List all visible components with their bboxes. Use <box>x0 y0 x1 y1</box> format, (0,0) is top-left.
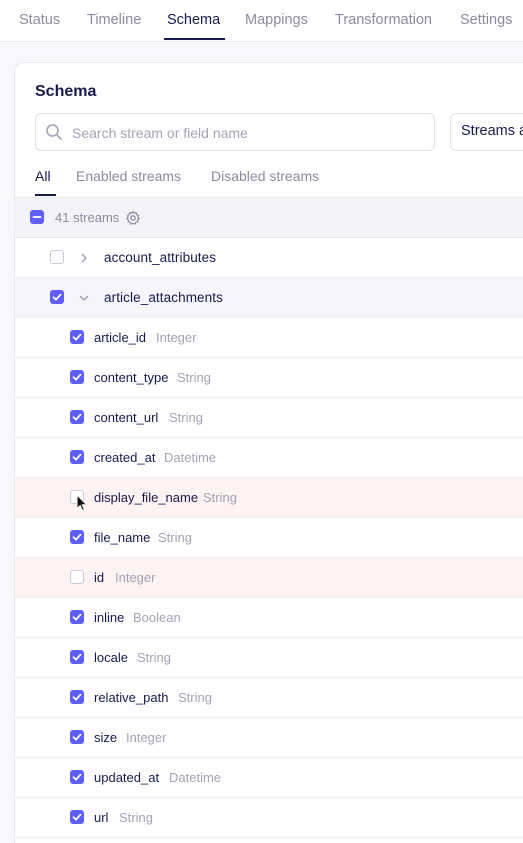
field-checkbox[interactable] <box>70 610 84 624</box>
select-all-checkbox[interactable] <box>30 210 44 224</box>
stream-checkbox[interactable] <box>50 290 64 304</box>
active-subtab-indicator <box>35 194 56 196</box>
field-checkbox[interactable] <box>70 730 84 744</box>
field-name: updated_at <box>94 770 160 785</box>
stream-checkbox[interactable] <box>50 250 64 264</box>
tab-mappings[interactable]: Mappings <box>245 12 308 28</box>
field-type: Datetime <box>164 450 217 465</box>
field-type: String <box>158 530 192 545</box>
field-row[interactable]: size Integer <box>15 718 523 758</box>
tab-schema[interactable]: Schema <box>167 12 220 28</box>
field-row[interactable]: content_url String <box>15 398 523 438</box>
field-type: Datetime <box>169 770 222 785</box>
chevron-down-icon[interactable] <box>78 292 90 304</box>
field-type: String <box>178 690 212 705</box>
field-row[interactable]: id Integer <box>15 558 523 598</box>
field-checkbox[interactable] <box>70 370 84 384</box>
stream-name: account_attributes <box>104 250 217 265</box>
field-name: content_url <box>94 410 159 425</box>
schema-title: Schema <box>35 83 97 100</box>
stream-filter-tabs: All Enabled streams Disabled streams <box>15 160 523 198</box>
field-checkbox[interactable] <box>70 650 84 664</box>
subtab-all[interactable]: All <box>35 168 51 184</box>
stream-row-account-attributes[interactable]: account_attributes <box>15 238 523 278</box>
field-type: String <box>177 370 211 385</box>
field-checkbox[interactable] <box>70 490 84 504</box>
tab-settings[interactable]: Settings <box>460 12 512 28</box>
schema-card: Schema Streams a All Enabled streams Dis… <box>14 62 523 843</box>
field-row[interactable]: updated_at Datetime <box>15 758 523 798</box>
field-checkbox[interactable] <box>70 770 84 784</box>
subtab-enabled-streams[interactable]: Enabled streams <box>76 168 181 184</box>
field-row[interactable]: url String <box>15 798 523 838</box>
field-name: created_at <box>94 450 156 465</box>
field-name: display_file_name <box>94 490 199 505</box>
field-name: size <box>94 730 118 745</box>
field-name: content_type <box>94 370 169 385</box>
field-row[interactable]: file_name String <box>15 518 523 558</box>
field-checkbox[interactable] <box>70 330 84 344</box>
tab-transformation[interactable]: Transformation <box>335 12 432 28</box>
field-type: Integer <box>115 570 156 585</box>
field-checkbox[interactable] <box>70 810 84 824</box>
tab-timeline[interactable]: Timeline <box>87 12 141 28</box>
search-input[interactable] <box>72 123 427 143</box>
field-row[interactable]: content_type String <box>15 358 523 398</box>
field-row[interactable]: inline Boolean <box>15 598 523 638</box>
field-name: id <box>94 570 105 585</box>
field-type: Integer <box>156 330 197 345</box>
field-row[interactable]: relative_path String <box>15 678 523 718</box>
field-checkbox[interactable] <box>70 410 84 424</box>
tab-status[interactable]: Status <box>19 12 60 28</box>
field-row[interactable]: display_file_name String <box>15 478 523 518</box>
field-type: String <box>203 490 237 505</box>
gear-icon[interactable] <box>125 210 141 226</box>
streams-filter-select[interactable]: Streams a <box>450 113 523 151</box>
field-name: inline <box>94 610 125 625</box>
field-type: Boolean <box>133 610 181 625</box>
active-tab-indicator <box>164 38 225 40</box>
field-row[interactable]: article_id Integer <box>15 318 523 358</box>
field-row[interactable]: locale String <box>15 638 523 678</box>
field-checkbox[interactable] <box>70 690 84 704</box>
field-name: url <box>94 810 109 825</box>
field-checkbox[interactable] <box>70 450 84 464</box>
stream-row-article-attachments[interactable]: article_attachments <box>15 278 523 318</box>
top-nav: Status Timeline Schema Mappings Transfor… <box>0 0 523 42</box>
field-name: locale <box>94 650 128 665</box>
streams-count: 41 streams <box>55 210 120 225</box>
subtab-disabled-streams[interactable]: Disabled streams <box>211 168 319 184</box>
field-type: String <box>119 810 153 825</box>
field-name: article_id <box>94 330 147 345</box>
stream-name: article_attachments <box>104 290 223 305</box>
field-name: relative_path <box>94 690 169 705</box>
field-checkbox[interactable] <box>70 570 84 584</box>
streams-header-row: 41 streams <box>15 198 523 238</box>
field-name: file_name <box>94 530 151 545</box>
search-box <box>35 113 435 151</box>
field-type: String <box>169 410 203 425</box>
field-checkbox[interactable] <box>70 530 84 544</box>
field-type: String <box>137 650 171 665</box>
search-icon <box>46 124 62 140</box>
field-type: Integer <box>126 730 167 745</box>
field-row[interactable]: created_at Datetime <box>15 438 523 478</box>
chevron-right-icon[interactable] <box>78 252 90 264</box>
